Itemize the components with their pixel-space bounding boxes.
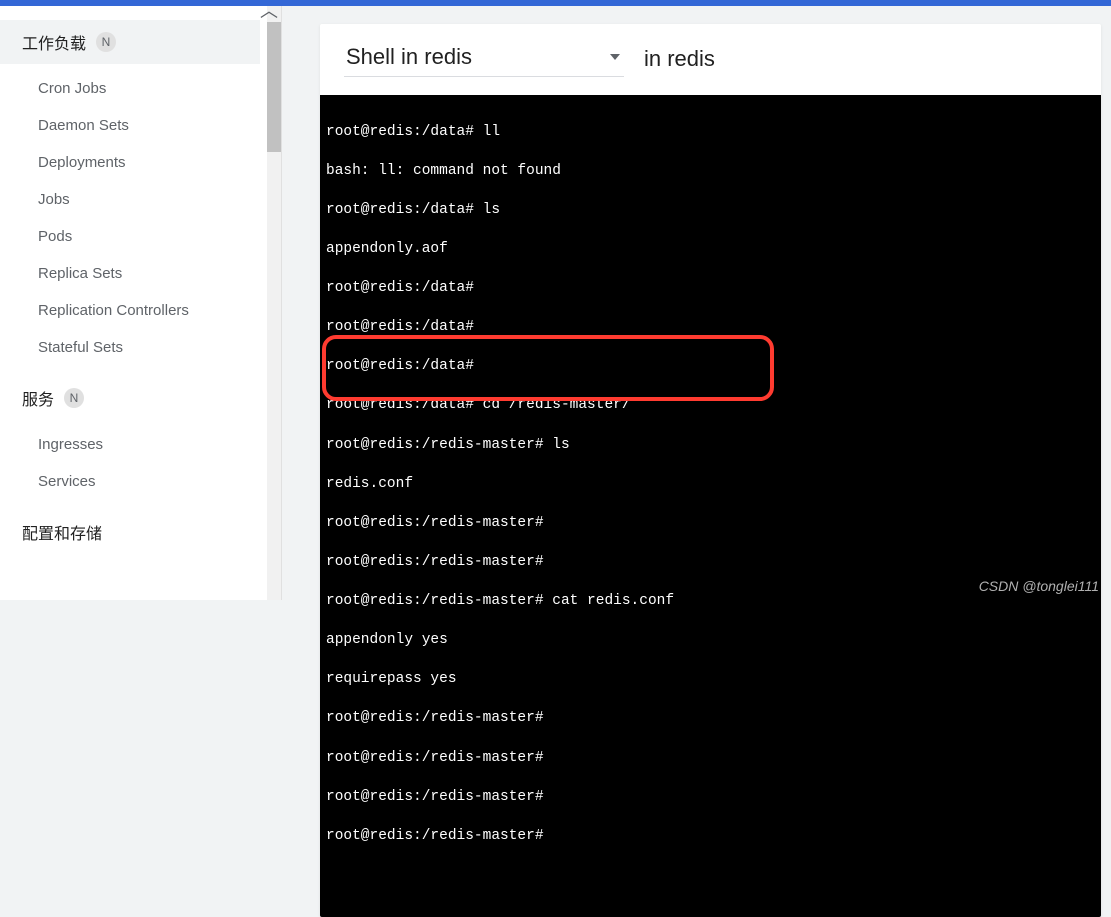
sidebar-section-label: 工作负载 <box>22 30 86 54</box>
terminal-line: root@redis:/data# cd /redis-master/ <box>326 396 1095 416</box>
shell-header: Shell in redis in redis <box>320 24 1101 95</box>
terminal-line: appendonly yes <box>326 631 1095 651</box>
sidebar-container: ︿ 工作负载 N Cron Jobs Daemon Sets Deploymen… <box>0 6 282 600</box>
sidebar-item-cron-jobs[interactable]: Cron Jobs <box>0 70 260 107</box>
sidebar-item-replica-sets[interactable]: Replica Sets <box>0 255 260 292</box>
sidebar-section-label: 配置和存储 <box>22 520 102 544</box>
sidebar-item-pods[interactable]: Pods <box>0 218 260 255</box>
sidebar-section-config-storage[interactable]: 配置和存储 <box>0 510 260 554</box>
terminal-line: root@redis:/data# <box>326 279 1095 299</box>
sidebar-item-daemon-sets[interactable]: Daemon Sets <box>0 107 260 144</box>
terminal-line: root@redis:/redis-master# <box>326 749 1095 769</box>
app-layout: ︿ 工作负载 N Cron Jobs Daemon Sets Deploymen… <box>0 6 1111 600</box>
terminal-line: requirepass yes <box>326 670 1095 690</box>
terminal-line: root@redis:/redis-master# <box>326 553 1095 573</box>
sidebar-item-deployments[interactable]: Deployments <box>0 144 260 181</box>
sidebar-scrollbar-track[interactable] <box>267 6 281 600</box>
caret-down-icon <box>610 54 620 60</box>
terminal-line: root@redis:/redis-master# cat redis.conf <box>326 592 1095 612</box>
sidebar-section-workloads[interactable]: 工作负载 N <box>0 20 260 64</box>
terminal-line: root@redis:/data# ll <box>326 123 1095 143</box>
terminal-line: bash: ll: command not found <box>326 162 1095 182</box>
sidebar-scrollbar-thumb[interactable] <box>267 22 281 152</box>
terminal-line: root@redis:/data# ls <box>326 201 1095 221</box>
sidebar-section-services[interactable]: 服务 N <box>0 376 260 420</box>
shell-card: Shell in redis in redis root@redis:/data… <box>320 24 1101 917</box>
sidebar-item-stateful-sets[interactable]: Stateful Sets <box>0 329 260 366</box>
badge-n-icon: N <box>64 388 84 408</box>
terminal-line: root@redis:/redis-master# <box>326 514 1095 534</box>
terminal-line: root@redis:/redis-master# <box>326 827 1095 847</box>
shell-select-label: Shell in redis <box>346 44 472 70</box>
sidebar-item-replication-controllers[interactable]: Replication Controllers <box>0 292 260 329</box>
shell-target-select[interactable]: Shell in redis <box>344 40 624 77</box>
main-content: Shell in redis in redis root@redis:/data… <box>282 6 1111 600</box>
sidebar-item-ingresses[interactable]: Ingresses <box>0 426 260 463</box>
sidebar-item-jobs[interactable]: Jobs <box>0 181 260 218</box>
scroll-up-icon[interactable]: ︿ <box>260 2 278 20</box>
terminal-line: redis.conf <box>326 475 1095 495</box>
terminal-line: root@redis:/redis-master# ls <box>326 436 1095 456</box>
shell-in-label: in redis <box>644 46 715 72</box>
terminal-line: root@redis:/redis-master# <box>326 709 1095 729</box>
terminal-output[interactable]: root@redis:/data# ll bash: ll: command n… <box>320 95 1101 917</box>
terminal-line: appendonly.aof <box>326 240 1095 260</box>
badge-n-icon: N <box>96 32 116 52</box>
terminal-line: root@redis:/data# <box>326 318 1095 338</box>
terminal-line: root@redis:/data# <box>326 357 1095 377</box>
watermark-text: CSDN @tonglei111 <box>979 578 1099 594</box>
sidebar-section-label: 服务 <box>22 386 54 410</box>
terminal-line: root@redis:/redis-master# <box>326 788 1095 808</box>
sidebar-item-services[interactable]: Services <box>0 463 260 500</box>
sidebar: 工作负载 N Cron Jobs Daemon Sets Deployments… <box>0 6 260 554</box>
